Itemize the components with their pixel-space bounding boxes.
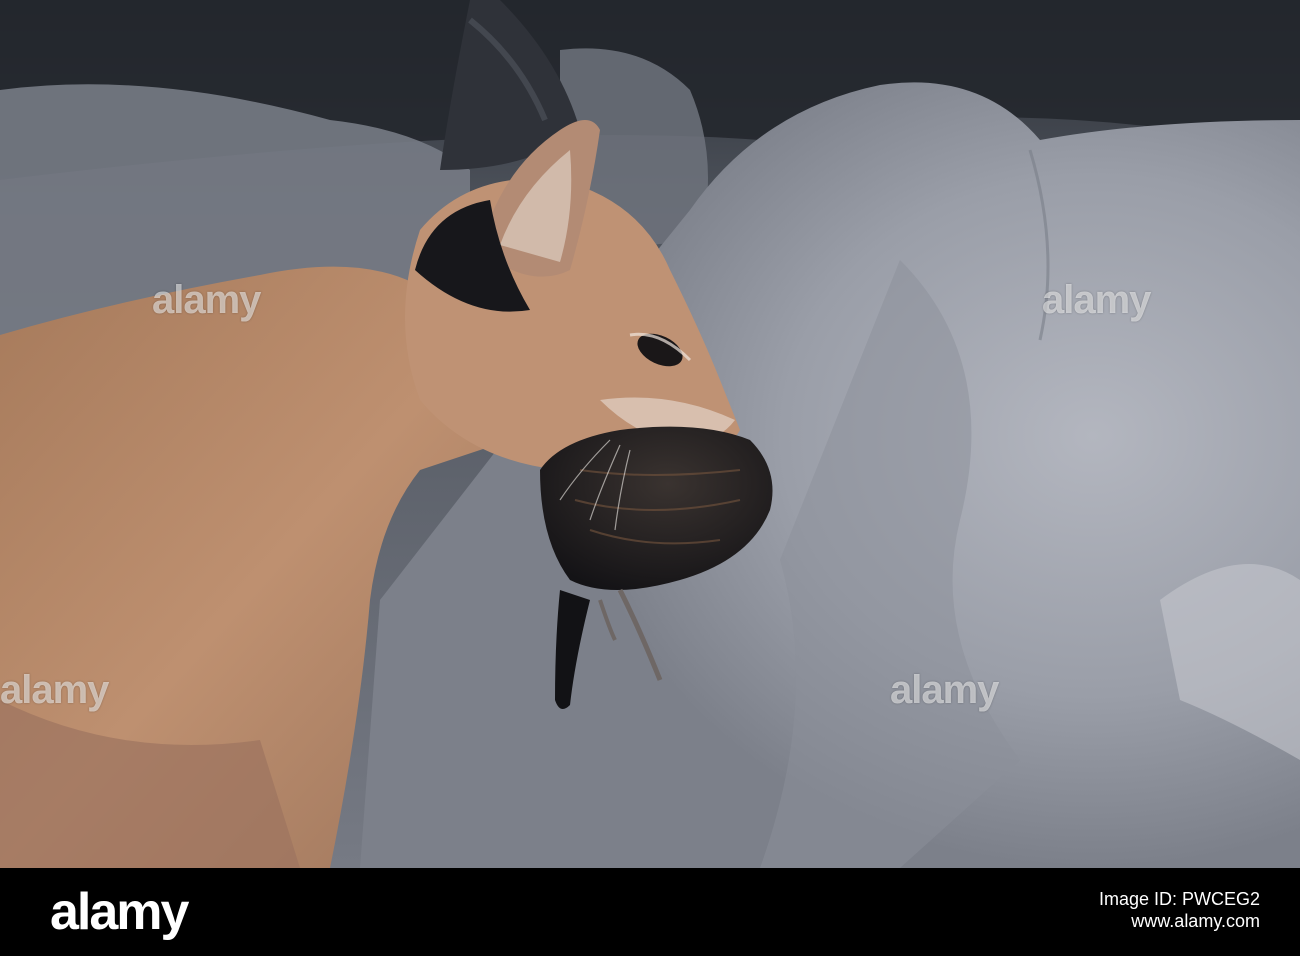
alamy-logo: alamy <box>50 883 189 941</box>
stock-footer: alamy Image ID: PWCEG2 www.alamy.com <box>0 868 1300 956</box>
caracal-photo: alamy alamy alamy alamy <box>0 0 1300 868</box>
watermark: alamy <box>0 668 109 712</box>
photo-page: alamy alamy alamy alamy alamy Image ID: … <box>0 0 1300 956</box>
photo-illustration <box>0 0 1300 868</box>
image-id-block: Image ID: PWCEG2 www.alamy.com <box>1099 888 1260 932</box>
site-url: www.alamy.com <box>1131 911 1260 931</box>
watermark: alamy <box>890 668 999 712</box>
watermark: alamy <box>1042 278 1151 322</box>
watermark: alamy <box>152 278 261 322</box>
image-id: Image ID: PWCEG2 <box>1098 889 1260 909</box>
